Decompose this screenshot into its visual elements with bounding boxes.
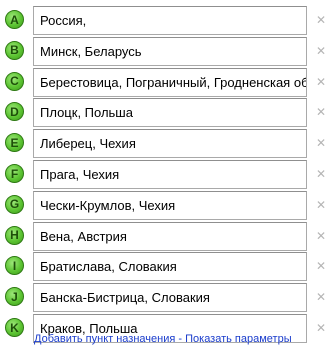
waypoint-row: J✕ — [0, 283, 336, 314]
remove-waypoint-icon[interactable]: ✕ — [315, 290, 327, 304]
remove-waypoint-icon[interactable]: ✕ — [315, 198, 327, 212]
waypoint-input[interactable] — [33, 252, 307, 282]
remove-waypoint-icon[interactable]: ✕ — [315, 229, 327, 243]
waypoint-input[interactable] — [33, 6, 307, 35]
remove-waypoint-icon[interactable]: ✕ — [315, 259, 327, 273]
remove-waypoint-icon[interactable]: ✕ — [315, 44, 327, 58]
waypoint-row: E✕ — [0, 129, 336, 160]
waypoint-marker-icon[interactable]: G — [5, 194, 24, 214]
waypoint-input[interactable] — [33, 129, 307, 159]
waypoint-marker-icon[interactable]: F — [5, 164, 24, 183]
waypoint-marker-icon[interactable]: C — [5, 71, 24, 91]
footer-separator: - — [175, 333, 186, 345]
waypoint-marker-icon[interactable]: A — [5, 10, 24, 29]
remove-waypoint-icon[interactable]: ✕ — [315, 13, 327, 27]
waypoint-row: F✕ — [0, 160, 336, 191]
waypoint-row: B✕ — [0, 36, 336, 68]
waypoint-row: G✕ — [0, 190, 336, 222]
waypoint-input[interactable] — [33, 190, 307, 220]
waypoint-input[interactable] — [33, 283, 307, 313]
waypoint-row: A✕ — [0, 6, 336, 37]
waypoint-input[interactable] — [33, 67, 307, 97]
waypoint-input[interactable] — [33, 36, 307, 66]
waypoint-row: C✕ — [0, 67, 336, 99]
waypoint-marker-icon[interactable]: J — [5, 287, 24, 307]
remove-waypoint-icon[interactable]: ✕ — [315, 105, 327, 119]
waypoint-marker-icon[interactable]: E — [5, 133, 24, 153]
waypoint-input[interactable] — [33, 98, 307, 128]
show-options-link[interactable]: Показать параметры — [185, 333, 292, 345]
waypoint-row: H✕ — [0, 221, 336, 253]
waypoint-row: D✕ — [0, 98, 336, 129]
waypoint-marker-icon[interactable]: I — [5, 256, 24, 276]
waypoint-marker-icon[interactable]: B — [5, 40, 24, 60]
waypoint-marker-icon[interactable]: D — [5, 102, 24, 122]
add-destination-link[interactable]: Добавить пункт назначения — [34, 333, 175, 345]
waypoint-row: I✕ — [0, 252, 336, 283]
route-footer: Добавить пункт назначения - Показать пар… — [34, 333, 334, 345]
waypoint-marker-icon[interactable]: H — [5, 225, 24, 245]
remove-waypoint-icon[interactable]: ✕ — [315, 136, 327, 150]
remove-waypoint-icon[interactable]: ✕ — [315, 75, 327, 89]
waypoint-marker-icon[interactable]: K — [5, 318, 24, 337]
remove-waypoint-icon[interactable]: ✕ — [315, 167, 327, 181]
waypoint-input[interactable] — [33, 221, 307, 251]
waypoint-input[interactable] — [33, 160, 307, 189]
